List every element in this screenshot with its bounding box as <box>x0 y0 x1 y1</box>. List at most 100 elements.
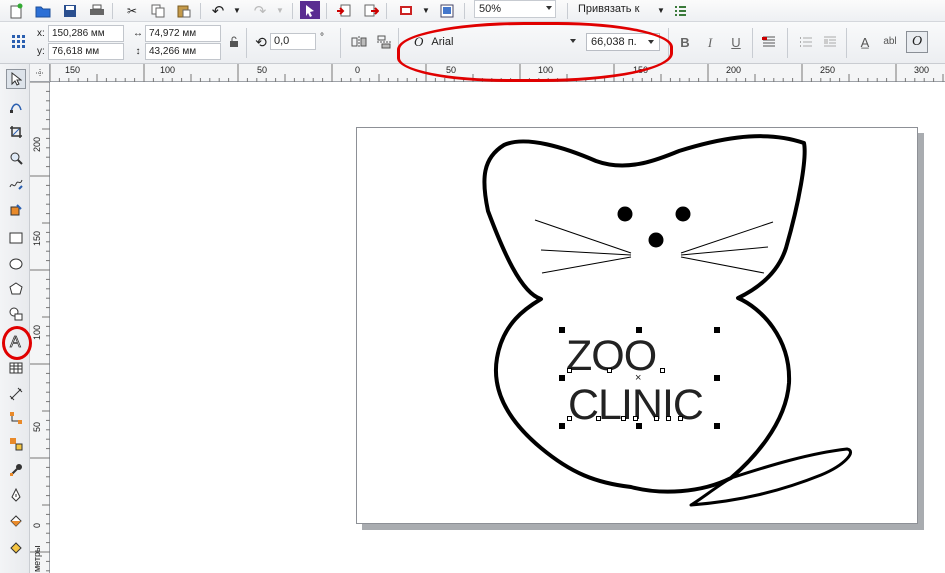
mouse-tail[interactable] <box>689 447 853 507</box>
ruler-origin-corner[interactable] <box>30 64 50 82</box>
text-node-marker[interactable] <box>567 368 572 373</box>
copy-icon[interactable] <box>148 2 168 20</box>
zoom-level-value: 50% <box>479 3 502 15</box>
shape-tool-icon[interactable] <box>6 97 26 117</box>
y-label: y: <box>37 46 45 57</box>
print-icon[interactable] <box>87 2 107 20</box>
save-icon[interactable] <box>60 2 80 20</box>
options-list-icon[interactable] <box>670 2 690 20</box>
smart-fill-tool-icon[interactable] <box>6 200 26 220</box>
selection-handle-e[interactable] <box>714 375 720 381</box>
undo-icon[interactable]: ↶ <box>208 2 228 20</box>
text-align-icon[interactable] <box>760 33 780 51</box>
selection-handle-w[interactable] <box>559 375 565 381</box>
interactive-fill-tool-icon[interactable] <box>6 537 26 557</box>
text-properties-icon[interactable]: A̲ <box>855 33 875 51</box>
mouse-left-eye <box>617 206 633 222</box>
opentype-features-icon[interactable]: O <box>906 31 928 53</box>
basic-shapes-tool-icon[interactable] <box>6 304 26 324</box>
snap-to-dropdown-icon[interactable]: ▼ <box>651 2 671 20</box>
import-icon[interactable] <box>334 2 354 20</box>
selection-handle-sw[interactable] <box>559 423 565 429</box>
outline-pen-tool-icon[interactable] <box>6 485 26 505</box>
polygon-tool-icon[interactable] <box>6 279 26 299</box>
open-folder-icon[interactable] <box>33 2 53 20</box>
vruler-unit-label: метры <box>32 545 42 573</box>
width-field[interactable]: 74,972 мм <box>145 25 221 42</box>
undo-dropdown-icon[interactable]: ▼ <box>227 2 247 20</box>
object-origin-icon[interactable] <box>8 32 28 50</box>
selection-handle-nw[interactable] <box>559 327 565 333</box>
redo-dropdown-icon[interactable]: ▼ <box>270 2 290 20</box>
text-node-marker[interactable] <box>633 416 638 421</box>
connector-tool-icon[interactable] <box>6 408 26 428</box>
export-icon[interactable] <box>361 2 381 20</box>
pick-tool-icon[interactable] <box>6 69 26 89</box>
publish-pdf-icon[interactable] <box>396 2 416 20</box>
zoom-tool-icon[interactable] <box>6 148 26 168</box>
freehand-tool-icon[interactable] <box>6 174 26 194</box>
text-node-marker[interactable] <box>660 368 665 373</box>
rectangle-tool-icon[interactable] <box>6 228 26 248</box>
rotation-icon: ⟲ <box>255 34 267 50</box>
underline-icon[interactable]: U <box>726 33 746 51</box>
snap-to-label[interactable]: Привязать к <box>578 3 639 15</box>
search-content-icon[interactable] <box>300 1 320 19</box>
lock-ratio-icon[interactable] <box>224 33 244 51</box>
hruler-label: 250 <box>820 65 836 75</box>
vertical-ruler[interactable]: 200 150 100 50 0 метры <box>30 82 50 573</box>
text-line-zoo[interactable]: ZOO <box>566 333 726 385</box>
blend-tool-icon[interactable] <box>6 434 26 454</box>
rotation-angle-field[interactable]: 0,0 <box>270 33 316 50</box>
drawing-canvas[interactable]: ZOO CLINIC × <box>51 83 945 573</box>
edit-text-icon[interactable]: abl <box>880 33 900 51</box>
eyedropper-tool-icon[interactable] <box>6 460 26 480</box>
hruler-label: 100 <box>160 65 176 75</box>
standard-toolbar: ✂ ↶ ▼ ↷ ▼ ▼ 50% Привязать к ▼ <box>0 0 945 22</box>
mirror-horizontal-icon[interactable] <box>349 33 369 51</box>
height-field[interactable]: 43,266 мм <box>145 43 221 60</box>
text-node-marker[interactable] <box>596 416 601 421</box>
selection-handle-se[interactable] <box>714 423 720 429</box>
vruler-label: 100 <box>32 324 42 340</box>
table-tool-icon[interactable] <box>6 358 26 378</box>
italic-icon[interactable]: I <box>700 33 720 51</box>
y-position-field[interactable]: 76,618 мм <box>48 43 124 60</box>
x-label: x: <box>37 28 45 39</box>
text-node-marker[interactable] <box>654 416 659 421</box>
text-node-marker[interactable] <box>607 368 612 373</box>
text-node-marker[interactable] <box>666 416 671 421</box>
text-line-clinic[interactable]: CLINIC <box>568 382 738 432</box>
text-node-marker[interactable] <box>678 416 683 421</box>
ellipse-tool-icon[interactable] <box>6 254 26 274</box>
hruler-label: 50 <box>257 65 268 75</box>
selection-handle-ne[interactable] <box>714 327 720 333</box>
crop-tool-icon[interactable] <box>6 122 26 142</box>
vruler-label: 0 <box>32 522 42 528</box>
fill-tool-icon[interactable] <box>6 511 26 531</box>
text-node-marker[interactable] <box>567 416 572 421</box>
mouse-drawing[interactable] <box>51 83 945 573</box>
mirror-vertical-icon[interactable] <box>374 33 394 51</box>
text-node-marker[interactable] <box>621 416 626 421</box>
publish-dropdown-icon[interactable]: ▼ <box>416 2 436 20</box>
selection-center-marker[interactable]: × <box>635 373 641 384</box>
zoom-level-select[interactable]: 50% <box>474 0 556 18</box>
dimension-tool-icon[interactable] <box>6 384 26 404</box>
x-position-field[interactable]: 150,286 мм <box>48 25 124 42</box>
drop-cap-icon[interactable] <box>820 33 840 51</box>
application-launcher-icon[interactable] <box>437 2 457 20</box>
bullet-list-icon[interactable] <box>796 33 816 51</box>
redo-icon[interactable]: ↷ <box>250 2 270 20</box>
selection-handle-n[interactable] <box>636 327 642 333</box>
mouse-body-outline[interactable] <box>482 134 807 494</box>
degree-unit: ° <box>320 32 324 43</box>
hruler-label: 200 <box>726 65 742 75</box>
cut-icon[interactable]: ✂ <box>122 2 142 20</box>
bold-icon[interactable]: B <box>675 33 695 51</box>
new-document-icon[interactable] <box>6 2 26 20</box>
mouse-right-eye <box>675 206 691 222</box>
vruler-label: 150 <box>32 230 42 246</box>
paste-icon[interactable] <box>174 2 194 20</box>
selection-handle-s[interactable] <box>636 423 642 429</box>
